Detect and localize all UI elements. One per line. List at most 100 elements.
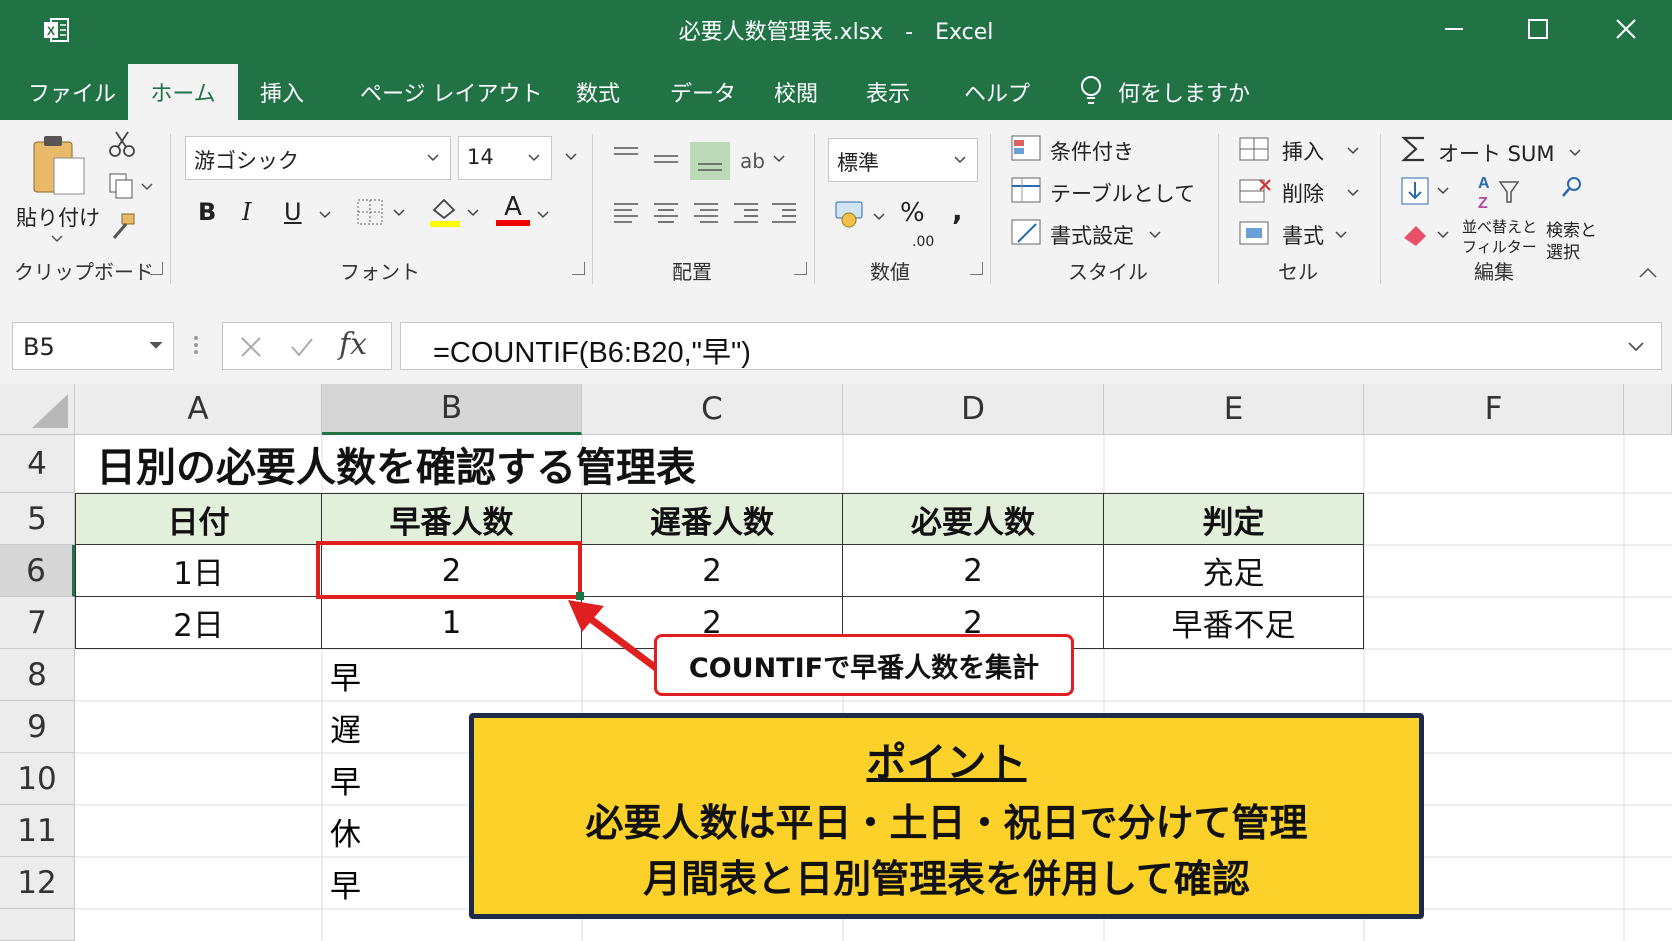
header-cell-required[interactable]: 必要人数 bbox=[843, 494, 1104, 545]
conditional-format-button[interactable]: 条件付き bbox=[1050, 136, 1134, 166]
row-header-10[interactable]: 10 bbox=[0, 753, 75, 805]
format-as-table-icon[interactable] bbox=[1010, 176, 1044, 206]
tab-page-layout[interactable]: ページ レイアウト bbox=[360, 76, 543, 120]
tab-view[interactable]: 表示 bbox=[866, 76, 910, 120]
decimal-button[interactable]: .00 bbox=[912, 234, 934, 250]
fill-down-icon[interactable] bbox=[1400, 176, 1460, 206]
table-cell[interactable]: 2 bbox=[582, 545, 843, 597]
find-select-label-2[interactable]: 選択 bbox=[1546, 238, 1580, 263]
chevron-down-icon[interactable] bbox=[50, 234, 64, 244]
header-cell-date[interactable]: 日付 bbox=[76, 494, 322, 545]
format-painter-icon[interactable] bbox=[108, 212, 138, 240]
font-name-box[interactable]: 游ゴシック bbox=[185, 136, 451, 180]
row-header-5[interactable]: 5 bbox=[0, 493, 75, 545]
column-header-c[interactable]: C bbox=[582, 384, 843, 435]
column-header-a[interactable]: A bbox=[75, 384, 322, 435]
row-header-6[interactable]: 6 bbox=[0, 545, 75, 597]
format-as-table-button[interactable]: テーブルとして bbox=[1050, 178, 1195, 208]
cut-icon[interactable] bbox=[108, 130, 136, 158]
tab-data[interactable]: データ bbox=[670, 76, 736, 120]
sort-filter-icon[interactable]: A Z bbox=[1474, 172, 1524, 212]
column-header-partial[interactable] bbox=[1624, 384, 1672, 435]
table-cell[interactable]: 2日 bbox=[76, 597, 322, 648]
alignment-launcher[interactable] bbox=[794, 262, 807, 275]
row-header-12[interactable]: 12 bbox=[0, 857, 75, 909]
chevron-down-icon[interactable] bbox=[1148, 230, 1162, 240]
table-cell[interactable]: 1日 bbox=[76, 545, 322, 597]
underline-button[interactable]: U bbox=[284, 198, 302, 226]
comma-button[interactable]: , bbox=[952, 194, 963, 227]
close-button[interactable] bbox=[1606, 12, 1646, 46]
list-item[interactable]: 遅 bbox=[330, 703, 361, 751]
insert-cells-button[interactable]: 挿入 bbox=[1282, 136, 1324, 166]
font-color-button[interactable]: A bbox=[496, 192, 530, 226]
header-cell-judgement[interactable]: 判定 bbox=[1104, 494, 1363, 545]
row-header-7[interactable]: 7 bbox=[0, 597, 75, 649]
name-box[interactable]: B5 bbox=[12, 322, 174, 370]
copy-icon[interactable] bbox=[108, 172, 154, 200]
chevron-down-icon[interactable] bbox=[564, 152, 578, 162]
chevron-down-icon[interactable] bbox=[536, 210, 550, 220]
italic-button[interactable]: I bbox=[242, 198, 251, 226]
row-header-9[interactable]: 9 bbox=[0, 701, 75, 753]
number-format-box[interactable]: 標準 bbox=[828, 138, 978, 182]
autosum-button[interactable]: オート SUM bbox=[1438, 138, 1555, 168]
paste-button[interactable]: 貼り付け bbox=[16, 202, 100, 232]
formula-input[interactable]: =COUNTIF(B6:B20,"早") bbox=[400, 322, 1662, 370]
chevron-down-icon[interactable] bbox=[1346, 146, 1360, 156]
tab-file[interactable]: ファイル bbox=[28, 76, 116, 120]
chevron-down-icon[interactable] bbox=[1334, 230, 1348, 240]
currency-icon[interactable] bbox=[832, 198, 890, 232]
chevron-down-icon[interactable] bbox=[1346, 188, 1360, 198]
horizontal-align-icons[interactable] bbox=[610, 200, 800, 230]
list-item[interactable]: 早 bbox=[330, 651, 361, 699]
header-cell-late[interactable]: 遅番人数 bbox=[582, 494, 843, 545]
format-cells-button[interactable]: 書式 bbox=[1282, 220, 1324, 250]
border-icon[interactable] bbox=[356, 198, 412, 226]
number-launcher[interactable] bbox=[970, 262, 983, 275]
chevron-down-icon[interactable] bbox=[318, 210, 332, 220]
column-header-d[interactable]: D bbox=[843, 384, 1104, 435]
table-cell[interactable]: 2 bbox=[843, 545, 1104, 597]
cell-style-icon[interactable] bbox=[1010, 218, 1044, 248]
delete-cells-icon[interactable] bbox=[1238, 176, 1272, 206]
find-select-icon[interactable] bbox=[1560, 174, 1586, 200]
expand-formula-icon[interactable] bbox=[1627, 341, 1645, 353]
font-size-box[interactable]: 14 bbox=[458, 136, 552, 180]
format-cells-icon[interactable] bbox=[1238, 218, 1272, 248]
enter-check-icon[interactable] bbox=[289, 335, 315, 359]
lightbulb-icon[interactable] bbox=[1078, 74, 1104, 108]
vertical-align-icons[interactable]: ab bbox=[610, 140, 794, 180]
bold-button[interactable]: B bbox=[198, 198, 216, 226]
sheet-title[interactable]: 日別の必要人数を確認する管理表 bbox=[96, 436, 696, 492]
tab-home[interactable]: ホーム bbox=[128, 64, 238, 120]
tell-me-search[interactable]: 何をしますか bbox=[1118, 76, 1250, 120]
autosum-icon[interactable] bbox=[1400, 134, 1428, 164]
sort-filter-label-1[interactable]: 並べ替えと bbox=[1462, 216, 1537, 237]
paste-icon[interactable] bbox=[30, 134, 90, 198]
maximize-button[interactable] bbox=[1518, 12, 1558, 46]
cell-style-button[interactable]: 書式設定 bbox=[1050, 220, 1134, 250]
row-header-8[interactable]: 8 bbox=[0, 649, 75, 701]
select-all-corner[interactable] bbox=[0, 384, 75, 435]
delete-cells-button[interactable]: 削除 bbox=[1282, 178, 1324, 208]
list-item[interactable]: 早 bbox=[330, 755, 361, 803]
table-cell[interactable]: 1 bbox=[322, 597, 582, 648]
list-item[interactable]: 早 bbox=[330, 859, 361, 907]
header-cell-early[interactable]: 早番人数 bbox=[322, 494, 582, 545]
clipboard-launcher[interactable] bbox=[150, 262, 163, 275]
chevron-down-icon[interactable] bbox=[1568, 148, 1582, 158]
tab-insert[interactable]: 挿入 bbox=[260, 76, 304, 120]
tab-help[interactable]: ヘルプ bbox=[964, 76, 1030, 120]
fill-color-icon[interactable] bbox=[428, 194, 484, 228]
table-cell[interactable]: 早番不足 bbox=[1104, 597, 1363, 648]
column-header-b[interactable]: B bbox=[322, 384, 582, 435]
clear-icon[interactable] bbox=[1400, 218, 1460, 248]
insert-function-button[interactable]: fx bbox=[339, 327, 367, 362]
cancel-icon[interactable] bbox=[239, 335, 263, 359]
column-header-f[interactable]: F bbox=[1364, 384, 1624, 435]
percent-button[interactable]: % bbox=[900, 198, 925, 228]
font-launcher[interactable] bbox=[572, 262, 585, 275]
collapse-ribbon-icon[interactable] bbox=[1638, 266, 1658, 280]
tab-formulas[interactable]: 数式 bbox=[576, 76, 620, 120]
